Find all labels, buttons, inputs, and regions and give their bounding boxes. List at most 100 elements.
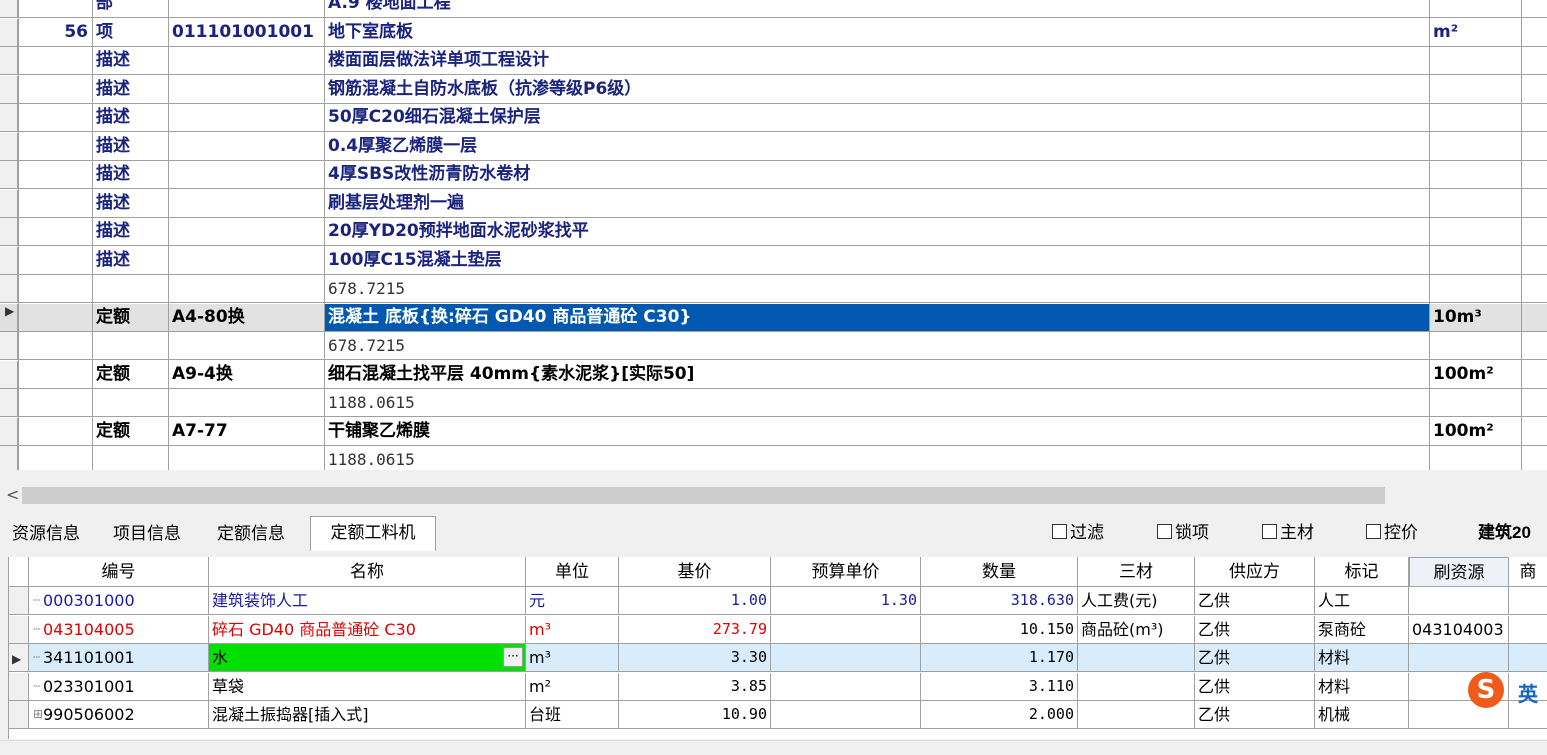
bill-row[interactable]: 描述 楼面面层做法详单项工程设计 — [0, 47, 1547, 75]
row-name[interactable]: 细石混凝土找平层 40mm{素水泥浆}[实际50] — [325, 361, 1429, 388]
row-indicator[interactable] — [0, 446, 18, 470]
bill-row[interactable]: 描述 100厚C15混凝土垫层 — [0, 246, 1547, 275]
material-name[interactable]: 碎石 GD40 商品普通砼 C30 — [209, 615, 526, 643]
row-indicator[interactable] — [0, 332, 18, 359]
row-name[interactable]: 刷基层处理剂一遍 — [325, 190, 1429, 217]
quantity[interactable]: 3.110 — [921, 672, 1078, 700]
row-name[interactable]: 楼面面层做法详单项工程设计 — [325, 47, 1429, 74]
bill-row[interactable]: 描述 刷基层处理剂一遍 — [0, 189, 1547, 218]
material-row[interactable]: ┄ 043104005 碎石 GD40 商品普通砼 C30 m³ 273.79 10.15… — [9, 615, 1547, 644]
bill-row[interactable]: 描述 0.4厚聚乙烯膜一层 — [0, 132, 1547, 161]
row-name[interactable]: 钢筋混凝土自防水底板（抗渗等级P6级） — [325, 76, 1429, 103]
material-row[interactable]: ⊞ 990506002 混凝土振捣器[插入式] 台班 10.90 2.000 乙供 机械 — [9, 701, 1547, 729]
tab-quota-material[interactable]: 定额工料机 — [310, 516, 436, 551]
supplier[interactable]: 乙供 — [1195, 672, 1315, 700]
main-material-checkbox[interactable]: 主材 — [1262, 520, 1314, 546]
material-name[interactable]: 混凝土振捣器[插入式] — [209, 701, 526, 728]
row-name[interactable]: 地下室底板 — [325, 19, 1429, 46]
quantity[interactable]: 2.000 — [921, 701, 1078, 728]
bill-row[interactable]: 部 A.9 楼地面工程 — [0, 0, 1547, 18]
material-name[interactable]: 草袋 — [209, 672, 526, 700]
tab-project-info[interactable]: 项目信息 — [113, 518, 203, 550]
material-row[interactable]: ┄ 023301001 草袋 m² 3.85 3.110 乙供 材料 — [9, 672, 1547, 701]
material-row[interactable]: ▶ ┄ 341101001 水 ··· m³ 3.30 1.170 乙供 材料 — [9, 644, 1547, 672]
row-indicator[interactable] — [0, 161, 18, 188]
quantity[interactable]: 10.150 — [921, 615, 1078, 643]
quantity[interactable]: 318.630 — [921, 587, 1078, 614]
bill-row[interactable]: 定额 A7-77 干铺聚乙烯膜 100m² — [0, 417, 1547, 446]
mark[interactable]: 材料 — [1315, 672, 1409, 700]
row-name[interactable]: 0.4厚聚乙烯膜一层 — [325, 133, 1429, 160]
row-name[interactable]: 50厚C20细石混凝土保护层 — [325, 104, 1429, 131]
row-indicator[interactable] — [9, 701, 29, 728]
tab-quota-info[interactable]: 定额信息 — [217, 518, 307, 550]
row-indicator[interactable] — [0, 104, 18, 131]
bill-row[interactable]: 描述 20厚YD20预拌地面水泥砂浆找平 — [0, 218, 1547, 246]
material-name[interactable]: 水 ··· — [209, 644, 526, 671]
price-control-checkbox[interactable]: 控价 — [1366, 520, 1418, 546]
row-indicator[interactable] — [0, 47, 18, 74]
bill-row[interactable]: ▶ 定额 A4-80换 混凝土 底板{换:碎石 GD40 商品普通砼 C30} 10m³ — [0, 303, 1547, 332]
row-name[interactable]: 1188.0615 — [325, 446, 1429, 470]
scrollbar-thumb[interactable] — [22, 487, 1385, 504]
lock-checkbox[interactable]: 锁项 — [1157, 520, 1209, 546]
bill-row[interactable]: 1188.0615 — [0, 389, 1547, 417]
material-row[interactable]: ┄ 000301000 建筑装饰人工元 1.00 1.30 318.630 人工费(元) 乙供… — [9, 587, 1547, 615]
bill-row[interactable]: 描述 50厚C20细石混凝土保护层 — [0, 104, 1547, 132]
supplier[interactable]: 乙供 — [1195, 615, 1315, 643]
row-name[interactable]: 20厚YD20预拌地面水泥砂浆找平 — [325, 218, 1429, 245]
row-indicator[interactable] — [0, 75, 18, 103]
material-name[interactable]: 建筑装饰人工 — [209, 587, 526, 614]
row-name[interactable]: 混凝土 底板{换:碎石 GD40 商品普通砼 C30} — [325, 303, 1429, 331]
supplier[interactable]: 乙供 — [1195, 644, 1315, 671]
bill-row[interactable]: 描述 钢筋混凝土自防水底板（抗渗等级P6级） — [0, 75, 1547, 104]
refresh-resource-header[interactable]: 刷资源 — [1409, 557, 1509, 587]
horizontal-scrollbar[interactable]: < — [0, 483, 1547, 509]
tab-resource-info[interactable]: 资源信息 — [12, 518, 102, 550]
supplier[interactable]: 乙供 — [1195, 587, 1315, 614]
bill-row[interactable]: 描述 4厚SBS改性沥青防水卷材 — [0, 161, 1547, 189]
mark[interactable]: 材料 — [1315, 644, 1409, 671]
bill-row[interactable]: 678.7215 — [0, 332, 1547, 360]
row-indicator[interactable] — [0, 246, 18, 274]
mark-text: 人工 — [1318, 591, 1351, 610]
bill-row[interactable]: 678.7215 — [0, 275, 1547, 303]
bill-row[interactable]: 定额 A9-4换 细石混凝土找平层 40mm{素水泥浆}[实际50] 100m² — [0, 360, 1547, 389]
row-indicator[interactable] — [0, 417, 18, 445]
row-name[interactable]: A.9 楼地面工程 — [325, 0, 1429, 17]
supplier[interactable]: 乙供 — [1195, 701, 1315, 728]
mark[interactable]: 人工 — [1315, 587, 1409, 614]
ellipsis-button[interactable]: ··· — [503, 647, 523, 667]
row-indicator[interactable]: ▶ — [0, 303, 18, 331]
row-indicator[interactable] — [0, 0, 18, 17]
mark[interactable]: 机械 — [1315, 701, 1409, 728]
bill-row[interactable]: 1188.0615 — [0, 446, 1547, 470]
row-name[interactable]: 678.7215 — [325, 275, 1429, 302]
row-unit — [1430, 47, 1521, 74]
row-name[interactable]: 干铺聚乙烯膜 — [325, 418, 1429, 445]
row-indicator[interactable] — [0, 360, 18, 388]
row-indicator[interactable]: ▶ — [9, 644, 29, 671]
mark[interactable]: 泵商砼 — [1315, 615, 1409, 643]
scroll-left-icon[interactable]: < — [6, 485, 19, 504]
row-indicator[interactable] — [0, 132, 18, 160]
row-name[interactable]: 1188.0615 — [325, 389, 1429, 416]
row-indicator[interactable] — [0, 275, 18, 302]
row-indicator[interactable] — [9, 587, 29, 614]
row-unit — [1430, 446, 1521, 470]
ime-indicator[interactable]: S 英 — [1466, 668, 1547, 712]
row-indicator[interactable] — [9, 672, 29, 700]
row-indicator[interactable] — [0, 218, 18, 245]
row-indicator[interactable] — [0, 18, 18, 46]
row-name[interactable]: 678.7215 — [325, 332, 1429, 359]
row-indicator[interactable] — [0, 389, 18, 416]
filter-checkbox[interactable]: 过滤 — [1052, 520, 1104, 546]
row-name[interactable]: 4厚SBS改性沥青防水卷材 — [325, 161, 1429, 188]
row-extra — [1522, 389, 1547, 416]
expand-plus-icon[interactable]: ⊞ — [33, 701, 43, 728]
quantity[interactable]: 1.170 — [921, 644, 1078, 671]
bill-row[interactable]: 56 项 011101001001 地下室底板 m² — [0, 18, 1547, 47]
row-indicator[interactable] — [0, 189, 18, 217]
row-name[interactable]: 100厚C15混凝土垫层 — [325, 247, 1429, 274]
row-indicator[interactable] — [9, 615, 29, 643]
